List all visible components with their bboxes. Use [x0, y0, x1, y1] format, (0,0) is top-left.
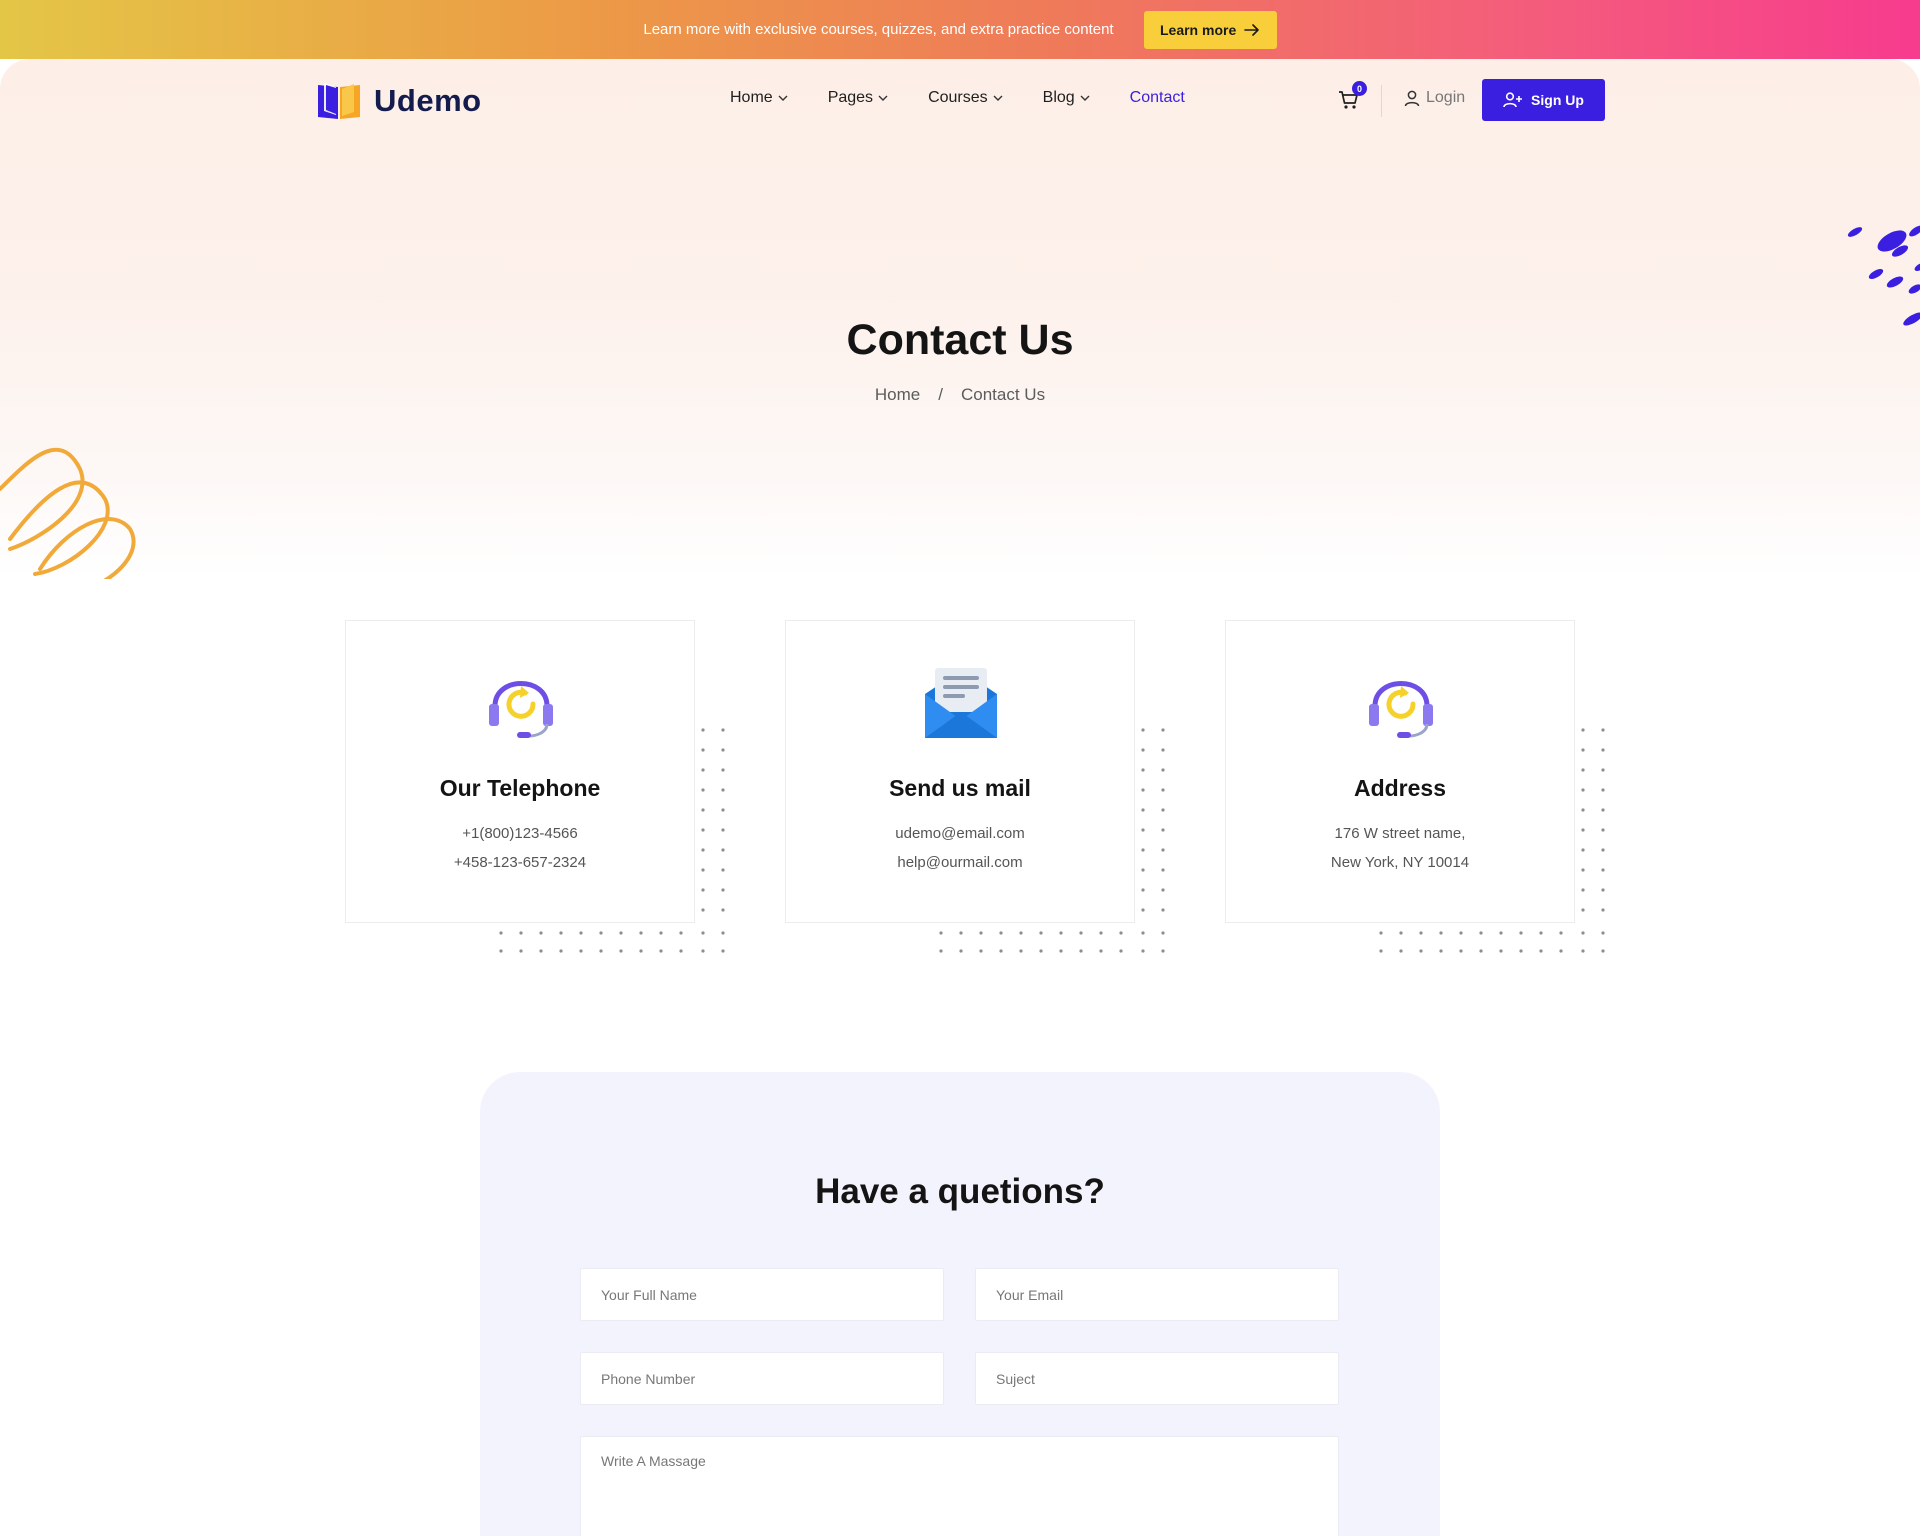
promo-text: Learn more with exclusive courses, quizz…: [643, 21, 1114, 38]
user-plus-icon: [1503, 92, 1523, 108]
cart-button[interactable]: 0: [1338, 81, 1367, 113]
chevron-down-icon: [878, 95, 888, 101]
phone-number-input[interactable]: [580, 1352, 944, 1405]
card-title: Send us mail: [889, 775, 1031, 801]
nav-item-courses[interactable]: Courses: [928, 89, 1003, 107]
promo-bar: Learn more with exclusive courses, quizz…: [0, 0, 1920, 59]
nav-item-label: Pages: [827, 89, 874, 106]
email-address[interactable]: help@ourmail.com: [786, 854, 1134, 871]
nav-item-label: Home: [730, 89, 773, 106]
nav-item-contact[interactable]: Contact: [1130, 89, 1185, 107]
sign-up-button[interactable]: Sign Up: [1482, 79, 1605, 121]
contact-form-section: Have a quetions?: [480, 1072, 1440, 1536]
card-title: Our Telephone: [439, 775, 601, 801]
form-title: Have a quetions?: [815, 1172, 1105, 1211]
dash-decoration: [1847, 225, 1920, 326]
phone-number: +1(800)123-4566: [462, 825, 578, 842]
headset-icon: [1369, 681, 1433, 738]
breadcrumb-current: Contact Us: [961, 385, 1046, 404]
login-link[interactable]: Login: [1404, 89, 1465, 107]
hero-section: Udemo Home Pages Courses Blog Contact 0 …: [0, 59, 1920, 579]
logo[interactable]: Udemo: [314, 81, 482, 121]
contact-card-mail: Send us mail udemo@email.com help@ourmai…: [785, 620, 1135, 923]
address-line: 176 W street name,: [1334, 825, 1466, 842]
breadcrumb-home-link[interactable]: Home: [875, 385, 920, 405]
address-line: New York, NY 10014: [1330, 854, 1470, 871]
arrow-right-icon: [1244, 23, 1260, 36]
chevron-down-icon: [778, 95, 788, 101]
login-label: Login: [1426, 89, 1466, 106]
page-title: Contact Us: [846, 316, 1074, 364]
nav-divider: [1381, 85, 1382, 117]
email-input[interactable]: [975, 1268, 1339, 1321]
mail-icon: [925, 668, 997, 738]
breadcrumb: Home / Contact Us: [0, 385, 1920, 405]
breadcrumb-separator: /: [938, 385, 943, 404]
cart-count-badge: 0: [1352, 81, 1367, 96]
book-logo-icon: [318, 83, 360, 119]
subject-input[interactable]: [975, 1352, 1339, 1405]
contact-card-address: Address 176 W street name, New York, NY …: [1225, 620, 1575, 923]
nav-item-label: Courses: [928, 89, 988, 106]
main-nav: Udemo Home Pages Courses Blog Contact 0 …: [0, 59, 1920, 139]
user-icon: [1404, 90, 1420, 106]
phone-number: +458-123-657-2324: [453, 854, 587, 871]
learn-more-button[interactable]: Learn more: [1143, 10, 1277, 49]
scribble-decoration: [0, 447, 136, 579]
sign-up-label: Sign Up: [1531, 92, 1584, 108]
nav-item-label: Blog: [1042, 89, 1075, 106]
nav-item-label: Contact: [1129, 89, 1185, 106]
nav-item-blog[interactable]: Blog: [1043, 89, 1090, 107]
nav-menu: Home Pages Courses Blog Contact: [730, 89, 1185, 107]
learn-more-label: Learn more: [1159, 21, 1237, 38]
chevron-down-icon: [993, 95, 1003, 101]
brand-name: Udemo: [374, 83, 482, 118]
nav-item-pages[interactable]: Pages: [828, 89, 888, 107]
chevron-down-icon: [1080, 95, 1090, 101]
nav-item-home[interactable]: Home: [730, 89, 788, 107]
message-textarea[interactable]: [580, 1436, 1339, 1536]
full-name-input[interactable]: [580, 1268, 944, 1321]
contact-card-telephone: Our Telephone +1(800)123-4566 +458-123-6…: [345, 620, 695, 923]
email-address[interactable]: udemo@email.com: [786, 825, 1134, 842]
headset-icon: [489, 681, 553, 738]
card-title: Address: [1353, 775, 1447, 801]
